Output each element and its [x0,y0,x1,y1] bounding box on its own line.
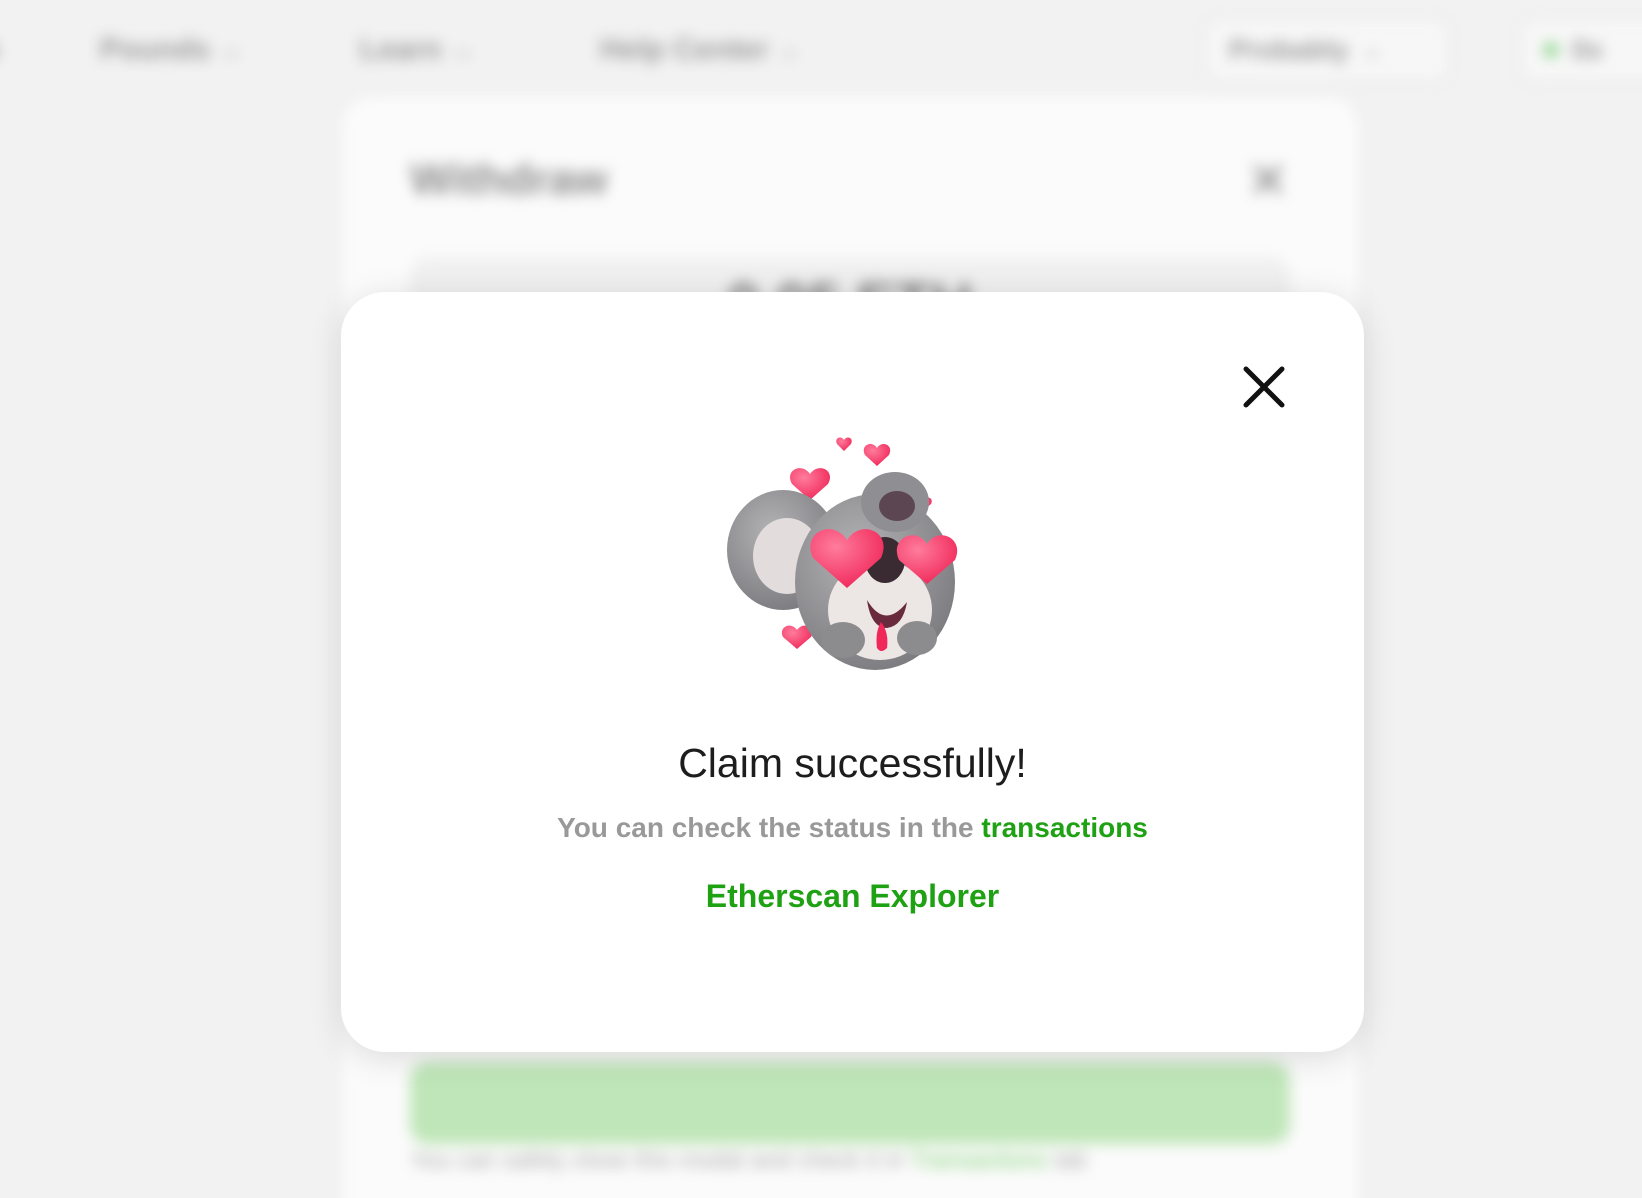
footer-text: You can safely close this modal and chec… [410,1147,905,1174]
chevron-down-icon: ⌄ [1362,37,1382,62]
wallet-button[interactable]: 0x [1520,18,1642,82]
close-icon[interactable]: ✕ [1248,153,1288,209]
status-dot-icon [1544,43,1558,57]
footer-suffix: tab [1053,1147,1087,1174]
withdraw-title: Withdraw [410,155,608,204]
footer-transactions-link[interactable]: Transactions [910,1147,1047,1174]
modal-title: Claim successfully! [678,740,1027,786]
etherscan-explorer-link[interactable]: Etherscan Explorer [341,878,1364,915]
wallet-label: 0x [1572,34,1604,65]
withdraw-footer-text: You can safely close this modal and chec… [410,1147,1087,1175]
claim-success-modal: Claim successfully! You can check the st… [341,292,1364,1052]
nav-item-label: Help Center [600,33,769,66]
chevron-down-icon: ⌄ [453,37,473,62]
nav-item-label: Pounds [100,33,210,66]
nav-item-help-center[interactable]: Help Center ⌄ [600,30,799,70]
nav-item-label: Learn [360,33,442,66]
modal-subtitle: You can check the status in the transact… [341,812,1364,844]
koala-hearts-mascot-icon [727,437,958,670]
nav-item-pounds[interactable]: Pounds ⌄ [100,30,240,70]
network-selector[interactable]: Probably ⌄ [1205,18,1450,82]
network-label: Probably [1229,34,1349,65]
transactions-link[interactable]: transactions [981,812,1148,843]
close-icon[interactable] [1237,360,1291,414]
withdraw-button[interactable] [410,1062,1290,1144]
nav-item-learn[interactable]: Learn ⌄ [360,30,472,70]
top-navigation: p Pounds ⌄ Learn ⌄ Help Center ⌄ Probabl… [0,0,1642,100]
chevron-down-icon: ⌄ [780,37,799,62]
subtitle-text: You can check the status in the [557,812,974,843]
chevron-down-icon: ⌄ [222,37,241,62]
